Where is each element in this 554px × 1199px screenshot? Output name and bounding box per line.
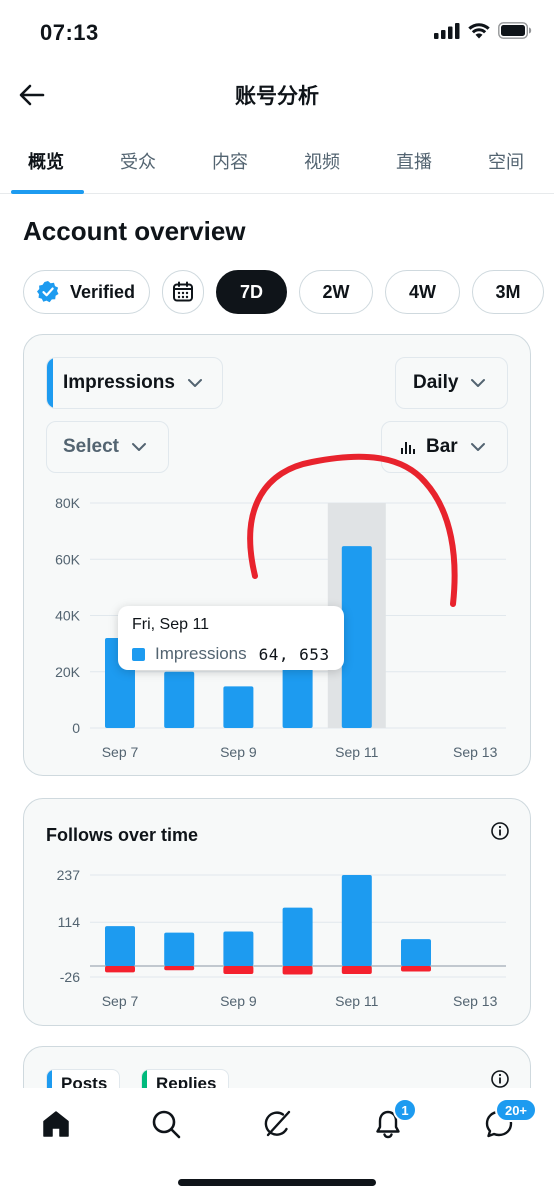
nav-home[interactable] — [36, 1104, 76, 1144]
search-icon — [152, 1110, 181, 1139]
red-annotation-stroke — [247, 453, 458, 607]
notifications-badge: 1 — [393, 1098, 417, 1122]
messages-badge: 20+ — [495, 1098, 537, 1122]
grok-icon — [264, 1110, 291, 1137]
nav-search[interactable] — [146, 1104, 186, 1144]
nav-grok[interactable] — [257, 1104, 297, 1144]
home-icon — [43, 1111, 69, 1137]
home-indicator — [178, 1179, 376, 1186]
